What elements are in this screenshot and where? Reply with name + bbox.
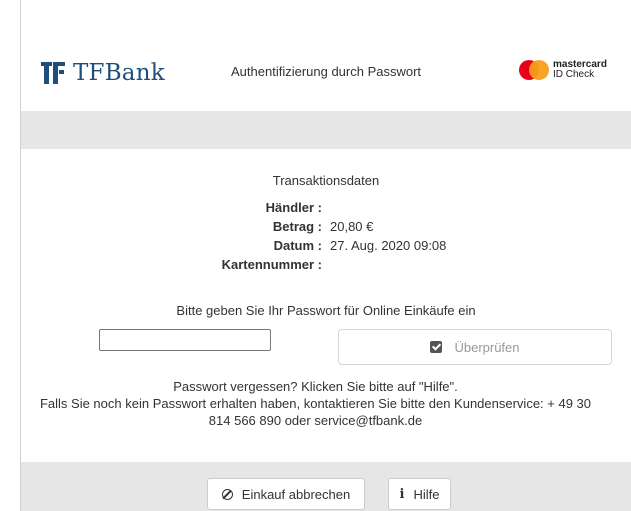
- cancel-purchase-button[interactable]: Einkauf abbrechen: [207, 478, 365, 510]
- checkbox-checked-icon: [430, 341, 443, 353]
- tfbank-logo: TFBank: [41, 60, 165, 86]
- date-value: 27. Aug. 2020 09:08: [330, 238, 447, 253]
- header-divider-band: [21, 111, 631, 149]
- verify-button[interactable]: Überprüfen: [338, 329, 612, 365]
- help-text-line2: Falls Sie noch kein Passwort erhalten ha…: [39, 396, 592, 411]
- auth-frame: TFBank Authentifizierung durch Passwort …: [21, 0, 631, 511]
- cancel-purchase-label: Einkauf abbrechen: [241, 486, 351, 502]
- help-text-line1: Passwort vergessen? Klicken Sie bitte au…: [173, 379, 458, 394]
- auth-title: Authentifizierung durch Passwort: [231, 64, 422, 79]
- card-number-row: Kartennummer :: [21, 257, 631, 275]
- info-icon: i: [399, 486, 405, 502]
- merchant-label: Händler :: [265, 200, 322, 215]
- ban-icon: [221, 488, 233, 500]
- help-button-label: Hilfe: [413, 486, 440, 502]
- transaction-title: Transaktionsdaten: [272, 173, 380, 188]
- date-row: Datum : 27. Aug. 2020 09:08: [21, 238, 631, 256]
- help-text-line3: 814 566 890 oder service@tfbank.de: [208, 413, 423, 428]
- help-button[interactable]: i Hilfe: [388, 478, 451, 510]
- tfbank-logo-mark: [41, 62, 67, 84]
- bank-name: TFBank: [73, 60, 165, 86]
- help-text: Passwort vergessen? Klicken Sie bitte au…: [0, 378, 631, 429]
- amount-row: Betrag : 20,80 €: [21, 219, 631, 237]
- amount-label: Betrag :: [272, 219, 322, 234]
- amount-value: 20,80 €: [330, 219, 374, 234]
- mastercard-icon: [519, 60, 549, 80]
- id-check-label: ID Check: [553, 69, 595, 80]
- verify-button-label: Überprüfen: [454, 339, 520, 355]
- date-label: Datum :: [273, 238, 322, 253]
- card-number-label: Kartennummer :: [221, 257, 322, 272]
- password-input[interactable]: [99, 329, 271, 351]
- merchant-row: Händler :: [21, 200, 631, 218]
- password-prompt: Bitte geben Sie Ihr Passwort für Online …: [176, 303, 476, 318]
- mastercard-id-check-logo: mastercard ID Check: [519, 60, 607, 80]
- header: TFBank Authentifizierung durch Passwort …: [21, 0, 631, 110]
